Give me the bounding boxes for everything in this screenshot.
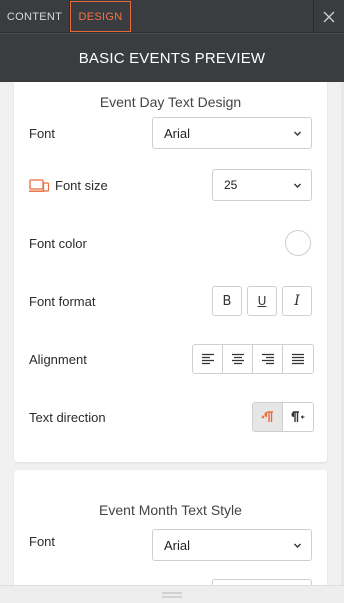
section-title: Event Day Text Design [99,94,242,110]
alignment-buttons [192,344,314,374]
ltr-direction-button[interactable] [253,403,283,431]
font-color-label: Font color [29,236,87,251]
align-center-icon [231,353,244,365]
font-label: Font [29,534,55,549]
rtl-direction-icon [291,411,305,422]
text-direction-buttons [252,402,314,432]
font-color-label-text: Font color [29,236,87,251]
page-title: BASIC EVENTS PREVIEW [0,33,344,82]
italic-button[interactable]: I [282,286,312,316]
font-label: Font [29,126,55,141]
font-size-select[interactable]: 25 [212,169,312,201]
alignment-label: Alignment [29,352,87,367]
section-title: Event Month Text Style [99,502,242,518]
italic-icon: I [294,293,300,309]
font-select[interactable]: Arial [152,529,312,561]
font-label-text: Font [29,126,56,141]
ltr-direction-icon [261,411,273,422]
font-size-value: 25 [224,178,238,192]
chevron-down-icon [294,543,301,548]
close-icon [323,11,335,22]
align-justify-button[interactable] [283,345,313,373]
font-select[interactable]: Arial [152,117,312,149]
tab-content[interactable]: CONTENT [0,0,69,33]
event-month-text-style-card: Event Month Text Style Font Arial [14,470,327,585]
bold-button[interactable]: B [212,286,242,316]
underline-button[interactable]: U [247,286,277,316]
align-justify-icon [292,353,304,365]
text-direction-label-text: Text direction [29,410,106,425]
font-select-value: Arial [164,537,191,553]
rtl-direction-button[interactable] [283,403,313,431]
font-size-label-text: Font size [55,178,108,193]
top-tab-bar: CONTENT DESIGN [0,0,344,33]
event-day-text-design-card: Event Day Text Design Font Arial Font si… [14,82,327,462]
font-format-label-text: Font format [29,294,96,309]
underline-icon: U [257,294,267,308]
align-right-icon [261,353,274,365]
bold-icon: B [222,293,232,309]
chevron-down-icon [294,131,301,136]
align-left-icon [201,353,214,365]
text-direction-label: Text direction [29,410,106,425]
settings-scroll-area[interactable]: Event Day Text Design Font Arial Font si… [0,82,344,585]
font-label-text: Font [29,534,56,549]
chevron-down-icon [294,183,301,188]
align-right-button[interactable] [253,345,283,373]
font-format-buttons: B U I [212,286,312,316]
font-select-value: Arial [164,125,191,141]
align-left-button[interactable] [193,345,223,373]
close-button[interactable] [314,0,344,33]
font-format-label: Font format [29,294,95,309]
drag-handle-icon [162,592,182,597]
font-color-swatch[interactable] [285,230,311,256]
responsive-devices-icon[interactable] [29,178,49,193]
resize-handle[interactable] [0,585,344,603]
tab-design[interactable]: DESIGN [70,1,131,32]
align-center-button[interactable] [223,345,253,373]
font-size-label: Font size [29,178,108,193]
alignment-label-text: Alignment [29,352,87,367]
